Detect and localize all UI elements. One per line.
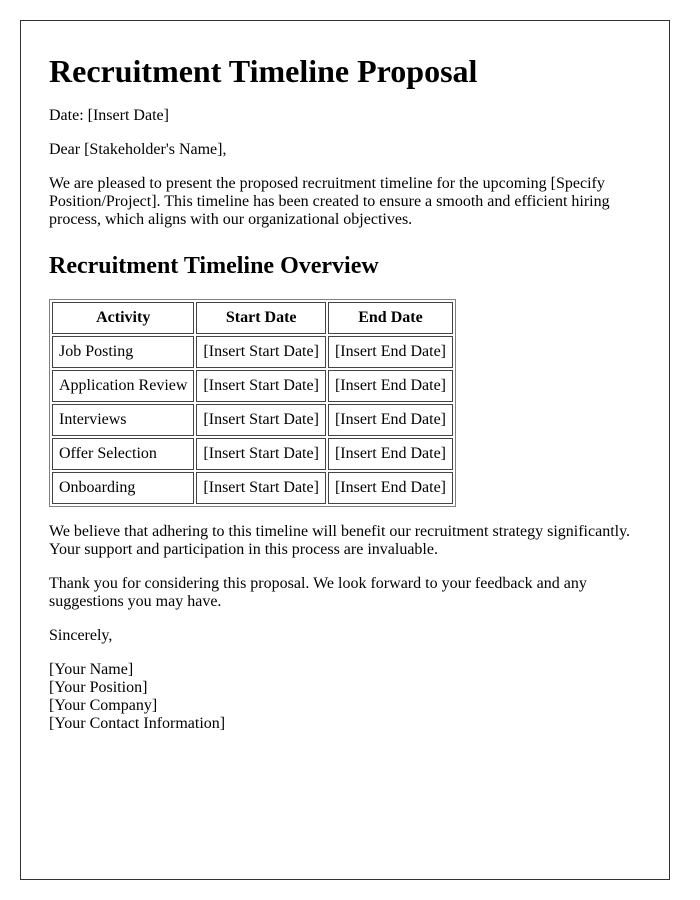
cell-end-date: [Insert End Date]: [327, 404, 453, 436]
signature-company: [Your Company]: [49, 697, 158, 714]
table-header-row: Activity Start Date End Date: [52, 302, 453, 334]
cell-activity: Interviews: [52, 404, 195, 436]
table-row: Application Review [Insert Start Date] […: [52, 370, 453, 402]
document-page: Recruitment Timeline Proposal Date: [Ins…: [20, 20, 670, 880]
cell-end-date: [Insert End Date]: [327, 472, 453, 504]
section-heading: Recruitment Timeline Overview: [49, 253, 379, 279]
body-paragraph-1: We believe that adhering to this timelin…: [49, 523, 631, 558]
cell-start-date: [Insert Start Date]: [196, 438, 326, 470]
cell-end-date: [Insert End Date]: [327, 370, 453, 402]
cell-start-date: [Insert Start Date]: [196, 404, 326, 436]
document-title: Recruitment Timeline Proposal: [49, 53, 478, 89]
cell-start-date: [Insert Start Date]: [196, 472, 326, 504]
table-row: Onboarding [Insert Start Date] [Insert E…: [52, 472, 453, 504]
cell-activity: Onboarding: [52, 472, 195, 504]
signature-position: [Your Position]: [49, 679, 148, 696]
signature-block: [Your Name] [Your Position] [Your Compan…: [49, 661, 649, 733]
table-row: Job Posting [Insert Start Date] [Insert …: [52, 336, 453, 368]
table-row: Offer Selection [Insert Start Date] [Ins…: [52, 438, 453, 470]
header-activity: Activity: [52, 302, 195, 334]
intro-paragraph: We are pleased to present the proposed r…: [49, 175, 610, 228]
salutation: Dear [Stakeholder's Name],: [49, 141, 227, 158]
signature-contact: [Your Contact Information]: [49, 715, 226, 732]
timeline-table: Activity Start Date End Date Job Posting…: [49, 299, 456, 507]
date-line: Date: [Insert Date]: [49, 107, 169, 124]
table-row: Interviews [Insert Start Date] [Insert E…: [52, 404, 453, 436]
body-paragraph-2: Thank you for considering this proposal.…: [49, 575, 587, 610]
cell-activity: Application Review: [52, 370, 195, 402]
cell-end-date: [Insert End Date]: [327, 336, 453, 368]
closing: Sincerely,: [49, 627, 113, 644]
header-end-date: End Date: [327, 302, 453, 334]
cell-end-date: [Insert End Date]: [327, 438, 453, 470]
cell-activity: Job Posting: [52, 336, 195, 368]
cell-activity: Offer Selection: [52, 438, 195, 470]
header-start-date: Start Date: [196, 302, 326, 334]
cell-start-date: [Insert Start Date]: [196, 336, 326, 368]
signature-name: [Your Name]: [49, 661, 134, 678]
cell-start-date: [Insert Start Date]: [196, 370, 326, 402]
